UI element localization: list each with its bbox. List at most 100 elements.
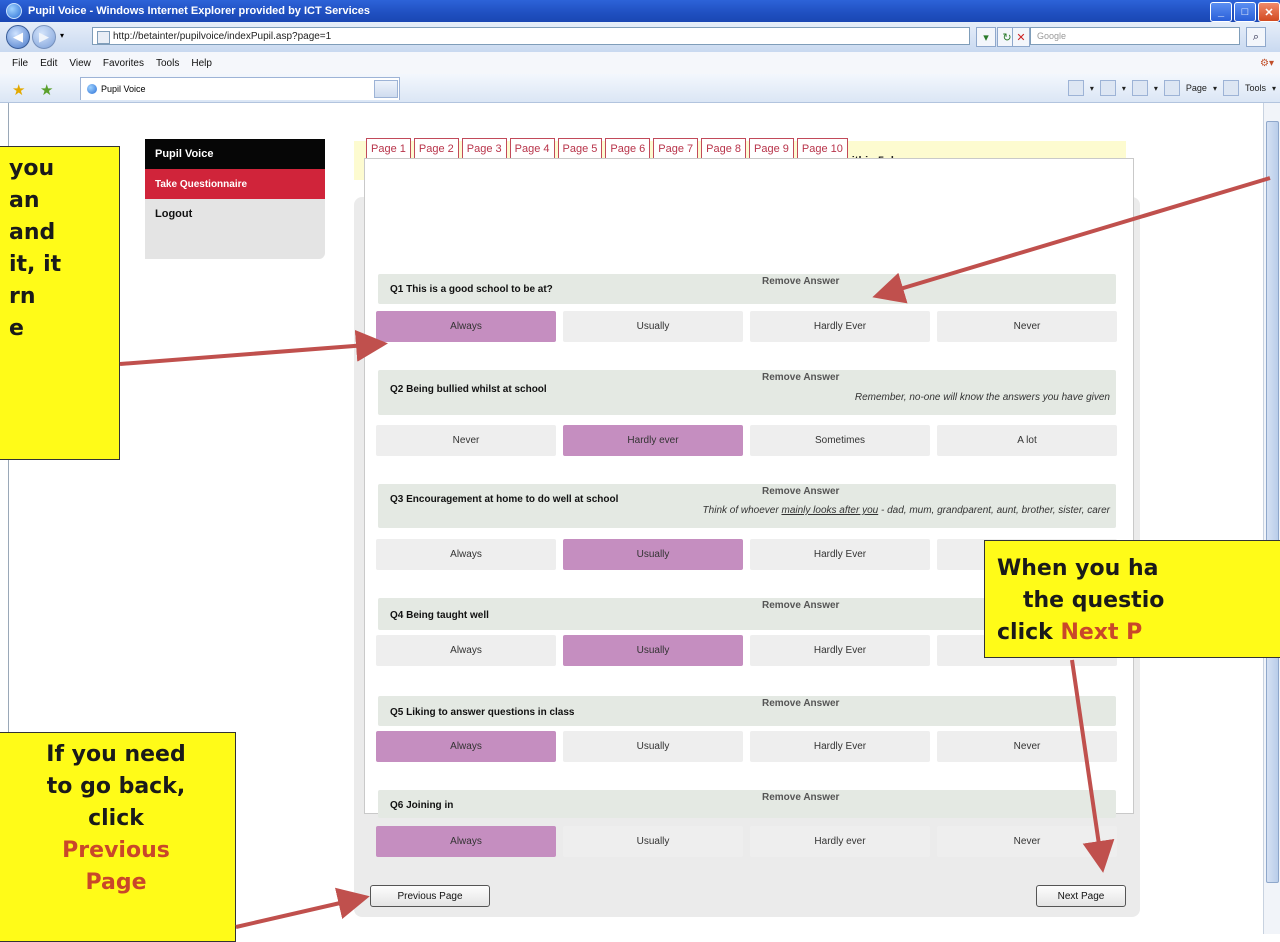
option-button[interactable]: Never: [376, 425, 556, 456]
question-text: Q4 Being taught well: [390, 610, 489, 621]
option-button[interactable]: Hardly ever: [750, 826, 930, 857]
window-titlebar: Pupil Voice - Windows Internet Explorer …: [0, 0, 1280, 22]
vertical-scrollbar[interactable]: [1263, 103, 1280, 934]
add-favorite-icon[interactable]: ★: [40, 81, 53, 99]
option-button[interactable]: Hardly Ever: [750, 635, 930, 666]
translate-icon[interactable]: ⚙▾: [1260, 58, 1274, 69]
page-menu-icon: [1163, 80, 1180, 96]
minimize-button[interactable]: _: [1210, 2, 1232, 22]
search-placeholder: Google: [1037, 31, 1067, 41]
callout-line: If you need: [46, 742, 186, 767]
callout-line: the questio: [1023, 588, 1165, 613]
option-button[interactable]: Hardly ever: [563, 425, 743, 456]
maximize-button[interactable]: □: [1234, 2, 1256, 22]
question-header-q1: Q1 This is a good school to be at? Remov…: [378, 274, 1116, 304]
option-button[interactable]: Sometimes: [750, 425, 930, 456]
side-navigation: Pupil Voice Take Questionnaire Logout: [145, 139, 325, 259]
tab-page-1[interactable]: Page 1: [366, 138, 411, 159]
back-button[interactable]: ◀: [6, 25, 30, 49]
options-q1: Always Usually Hardly Ever Never: [376, 311, 1117, 342]
option-button[interactable]: Usually: [563, 826, 743, 857]
option-button[interactable]: Never: [937, 731, 1117, 762]
option-button[interactable]: Never: [937, 311, 1117, 342]
home-icon[interactable]: [1067, 80, 1084, 96]
search-input[interactable]: Google: [1030, 27, 1240, 45]
option-button[interactable]: A lot: [937, 425, 1117, 456]
nav-take-questionnaire[interactable]: Take Questionnaire: [145, 169, 325, 199]
remove-answer-link[interactable]: Remove Answer: [762, 792, 839, 803]
menu-help[interactable]: Help: [191, 58, 212, 69]
option-button[interactable]: Never: [937, 826, 1117, 857]
new-tab-button[interactable]: [374, 80, 398, 98]
tab-page-3[interactable]: Page 3: [461, 138, 507, 159]
browser-tab[interactable]: Pupil Voice: [80, 77, 400, 100]
tab-page-4[interactable]: Page 4: [509, 138, 555, 159]
menu-file[interactable]: File: [12, 58, 28, 69]
tab-page-9[interactable]: Page 9: [749, 138, 794, 159]
history-dropdown-icon[interactable]: ▾: [60, 31, 64, 40]
callout-line: to go back,: [46, 774, 186, 799]
callout-highlight: Next P: [1060, 620, 1143, 645]
close-button[interactable]: ✕: [1258, 2, 1280, 22]
menu-tools[interactable]: Tools: [156, 58, 179, 69]
remove-answer-link[interactable]: Remove Answer: [762, 276, 839, 287]
option-button[interactable]: Hardly Ever: [750, 731, 930, 762]
callout-line: it, it: [9, 252, 62, 277]
menu-favorites[interactable]: Favorites: [103, 58, 144, 69]
print-icon[interactable]: [1131, 80, 1148, 96]
tab-page-2[interactable]: Page 2: [413, 138, 459, 159]
question-header-q2: Q2 Being bullied whilst at school Remove…: [378, 370, 1116, 415]
remove-answer-link[interactable]: Remove Answer: [762, 486, 839, 497]
browser-tab-title: Pupil Voice: [101, 84, 146, 94]
window-title: Pupil Voice - Windows Internet Explorer …: [28, 5, 370, 17]
page-menu[interactable]: Page: [1186, 83, 1207, 93]
option-button[interactable]: Always: [376, 539, 556, 570]
favorites-star-icon[interactable]: ★: [12, 81, 25, 99]
option-button[interactable]: Usually: [563, 539, 743, 570]
remove-answer-link[interactable]: Remove Answer: [762, 372, 839, 383]
remove-answer-link[interactable]: Remove Answer: [762, 698, 839, 709]
menu-view[interactable]: View: [69, 58, 91, 69]
next-page-button[interactable]: Next Page: [1036, 885, 1126, 907]
option-button[interactable]: Hardly Ever: [750, 539, 930, 570]
callout-line: rn: [9, 284, 36, 309]
tab-page-10[interactable]: Page 10: [796, 138, 848, 159]
menu-edit[interactable]: Edit: [40, 58, 57, 69]
option-button[interactable]: Always: [376, 635, 556, 666]
callout-line: you: [9, 156, 55, 181]
tab-page-7[interactable]: Page 7: [653, 138, 699, 159]
url-text: http://betainter/pupilvoice/indexPupil.a…: [113, 30, 332, 42]
tab-page-8[interactable]: Page 8: [701, 138, 746, 159]
option-button[interactable]: Always: [376, 826, 556, 857]
nav-logout[interactable]: Logout: [145, 199, 325, 229]
option-button[interactable]: Usually: [563, 731, 743, 762]
feeds-icon[interactable]: [1099, 80, 1116, 96]
option-button[interactable]: Always: [376, 731, 556, 762]
annotation-callout-next: When you ha the questio click Next P: [984, 540, 1280, 658]
option-button[interactable]: Always: [376, 311, 556, 342]
callout-line: and: [9, 220, 56, 245]
scrollbar-thumb[interactable]: [1266, 121, 1279, 883]
menu-bar: File Edit View Favorites Tools Help ⚙▾: [0, 52, 1280, 75]
stop-icon[interactable]: ✕: [1012, 27, 1030, 47]
callout-line: When you ha: [997, 556, 1159, 581]
tab-page-5[interactable]: Page 5: [557, 138, 603, 159]
option-button[interactable]: Usually: [563, 311, 743, 342]
previous-page-button[interactable]: Previous Page: [370, 885, 490, 907]
search-icon[interactable]: ⌕: [1246, 27, 1266, 47]
tab-page-6[interactable]: Page 6: [605, 138, 651, 159]
remove-answer-link[interactable]: Remove Answer: [762, 600, 839, 611]
url-field[interactable]: http://betainter/pupilvoice/indexPupil.a…: [92, 27, 970, 45]
question-header-q6: Q6 Joining in Remove Answer: [378, 790, 1116, 818]
forward-button[interactable]: ▶: [32, 25, 56, 49]
url-dropdown-icon[interactable]: ▾: [976, 27, 996, 47]
tools-menu[interactable]: Tools: [1245, 83, 1266, 93]
question-hint: Think of whoever mainly looks after you …: [702, 505, 1110, 516]
option-button[interactable]: Usually: [563, 635, 743, 666]
callout-line: e: [9, 316, 24, 341]
option-button[interactable]: Hardly Ever: [750, 311, 930, 342]
question-text: Q1 This is a good school to be at?: [390, 284, 553, 295]
question-header-q5: Q5 Liking to answer questions in class R…: [378, 696, 1116, 726]
tools-menu-icon: [1222, 80, 1239, 96]
question-hint: Remember, no-one will know the answers y…: [854, 392, 1110, 403]
